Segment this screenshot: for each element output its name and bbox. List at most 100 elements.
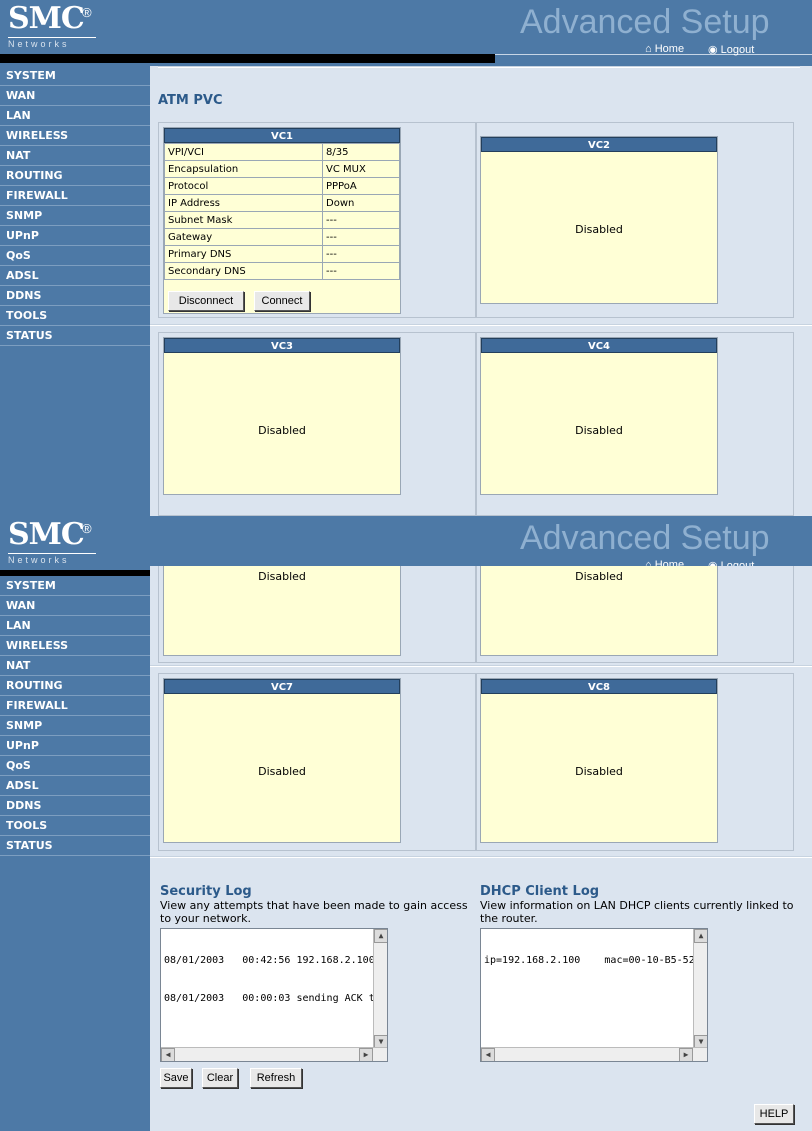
vc1-value: --- xyxy=(322,262,400,280)
save-button[interactable]: Save xyxy=(160,1068,192,1088)
scroll-right-icon[interactable]: ▶ xyxy=(679,1048,693,1061)
advanced-setup-title: Advanced Setup xyxy=(520,519,770,557)
scroll-right-icon[interactable]: ▶ xyxy=(359,1048,373,1061)
table-row: IP Address Down xyxy=(164,194,400,212)
nav-qos[interactable]: QoS xyxy=(0,246,150,266)
scroll-up-icon[interactable]: ▲ xyxy=(694,929,707,943)
nav-upnp[interactable]: UPnP xyxy=(0,226,150,246)
scrollbar-horizontal[interactable]: ◀ ▶ xyxy=(481,1047,707,1061)
nav-tools[interactable]: TOOLS xyxy=(0,306,150,326)
vc1-label: Secondary DNS xyxy=(164,262,323,280)
nav-system[interactable]: SYSTEM xyxy=(0,576,150,596)
security-log-desc: View any attempts that have been made to… xyxy=(160,899,468,925)
table-row: VPI/VCI 8/35 xyxy=(164,143,400,161)
vc4-header: VC4 xyxy=(481,338,717,353)
vc1-label: IP Address xyxy=(164,194,323,212)
security-log-line: 08/01/2003 00:00:03 sending ACK to xyxy=(164,993,381,1004)
smc-logo: SMC xyxy=(8,1,85,36)
nav-wan[interactable]: WAN xyxy=(0,596,150,616)
vc1-value: VC MUX xyxy=(322,160,400,178)
nav-ddns[interactable]: DDNS xyxy=(0,286,150,306)
nav-status[interactable]: STATUS xyxy=(0,836,150,856)
connect-button[interactable]: Connect xyxy=(254,291,310,311)
table-row: Primary DNS --- xyxy=(164,245,400,263)
home-link[interactable]: ⌂ Home xyxy=(645,43,684,55)
nav-wireless[interactable]: WIRELESS xyxy=(0,636,150,656)
main-top: ATM PVC VC1 VPI/VCI 8/35 Encapsulation VC … xyxy=(150,66,812,516)
nav-routing[interactable]: ROUTING xyxy=(0,676,150,696)
help-button[interactable]: HELP xyxy=(754,1104,794,1124)
nav-adsl[interactable]: ADSL xyxy=(0,776,150,796)
refresh-button[interactable]: Refresh xyxy=(250,1068,302,1088)
vc1-label: VPI/VCI xyxy=(164,143,323,161)
vc7-box: VC7 Disabled xyxy=(163,678,401,843)
nav-qos[interactable]: QoS xyxy=(0,756,150,776)
home-label: Home xyxy=(654,43,685,55)
nav-snmp[interactable]: SNMP xyxy=(0,716,150,736)
scrollbar-vertical[interactable]: ▲ ▼ xyxy=(693,929,707,1049)
vc7-header: VC7 xyxy=(164,679,400,694)
nav-system[interactable]: SYSTEM xyxy=(0,66,150,86)
vc1-value: --- xyxy=(322,228,400,246)
sidebar: SYSTEM WAN LAN WIRELESS NAT ROUTING FIRE… xyxy=(0,66,150,516)
logo-subtitle: Networks xyxy=(8,37,96,49)
security-log-textarea[interactable]: 08/01/2003 00:42:56 192.168.2.100 08/01/… xyxy=(160,928,388,1062)
divider xyxy=(150,665,812,667)
scrollbar-vertical[interactable]: ▲ ▼ xyxy=(373,929,387,1049)
divider xyxy=(150,324,812,326)
nav-snmp[interactable]: SNMP xyxy=(0,206,150,226)
table-row: Encapsulation VC MUX xyxy=(164,160,400,178)
vc3-box: VC3 Disabled xyxy=(163,337,401,495)
vc1-header: VC1 xyxy=(164,128,400,143)
clear-button[interactable]: Clear xyxy=(202,1068,238,1088)
main-bottom: Disabled Disabled VC7 Disabled VC8 Disab… xyxy=(150,566,812,1131)
header: SMC ® Networks Advanced Setup ⌂ Home ◉ L… xyxy=(0,0,812,66)
vc8-header: VC8 xyxy=(481,679,717,694)
vc8-status: Disabled xyxy=(575,765,623,778)
dhcp-log-textarea[interactable]: ip=192.168.2.100 mac=00-10-B5-52- ▲ ▼ ◀ … xyxy=(480,928,708,1062)
security-log-line: 08/01/2003 00:42:56 192.168.2.100 xyxy=(164,955,375,966)
table-row: Subnet Mask --- xyxy=(164,211,400,229)
vc3-header: VC3 xyxy=(164,338,400,353)
scroll-up-icon[interactable]: ▲ xyxy=(374,929,387,943)
nav-firewall[interactable]: FIREWALL xyxy=(0,696,150,716)
vc4-box: VC4 Disabled xyxy=(480,337,718,495)
table-row: Secondary DNS --- xyxy=(164,262,400,280)
logout-link[interactable]: ◉ Logout xyxy=(708,43,754,56)
nav-nat[interactable]: NAT xyxy=(0,146,150,166)
page-title: ATM PVC xyxy=(158,93,223,108)
divider xyxy=(150,856,812,858)
nav-tools[interactable]: TOOLS xyxy=(0,816,150,836)
vc1-label: Protocol xyxy=(164,177,323,195)
vc1-value: 8/35 xyxy=(322,143,400,161)
nav-upnp[interactable]: UPnP xyxy=(0,736,150,756)
scrollbar-horizontal[interactable]: ◀ ▶ xyxy=(161,1047,387,1061)
nav-nat[interactable]: NAT xyxy=(0,656,150,676)
vc2-header: VC2 xyxy=(481,137,717,152)
logo-subtitle: Networks xyxy=(8,553,96,565)
nav-lan[interactable]: LAN xyxy=(0,106,150,126)
vc1-label: Primary DNS xyxy=(164,245,323,263)
vc1-label: Subnet Mask xyxy=(164,211,323,229)
vc7-status: Disabled xyxy=(258,765,306,778)
scroll-left-icon[interactable]: ◀ xyxy=(481,1048,495,1061)
nav-ddns[interactable]: DDNS xyxy=(0,796,150,816)
disconnect-button[interactable]: Disconnect xyxy=(168,291,244,311)
nav-routing[interactable]: ROUTING xyxy=(0,166,150,186)
table-row: Protocol PPPoA xyxy=(164,177,400,195)
security-log-title: Security Log xyxy=(160,884,252,899)
nav-lan[interactable]: LAN xyxy=(0,616,150,636)
nav-firewall[interactable]: FIREWALL xyxy=(0,186,150,206)
logout-label: Logout xyxy=(720,44,755,56)
advanced-setup-title: Advanced Setup xyxy=(520,3,770,41)
scroll-left-icon[interactable]: ◀ xyxy=(161,1048,175,1061)
nav-wan[interactable]: WAN xyxy=(0,86,150,106)
nav-wireless[interactable]: WIRELESS xyxy=(0,126,150,146)
nav-adsl[interactable]: ADSL xyxy=(0,266,150,286)
nav-status[interactable]: STATUS xyxy=(0,326,150,346)
sidebar-2: SYSTEM WAN LAN WIRELESS NAT ROUTING FIRE… xyxy=(0,576,150,1131)
vc2-box: VC2 Disabled xyxy=(480,136,718,304)
vc3-status: Disabled xyxy=(258,424,306,437)
vc2-status: Disabled xyxy=(575,223,623,236)
dhcp-log-title: DHCP Client Log xyxy=(480,884,600,899)
